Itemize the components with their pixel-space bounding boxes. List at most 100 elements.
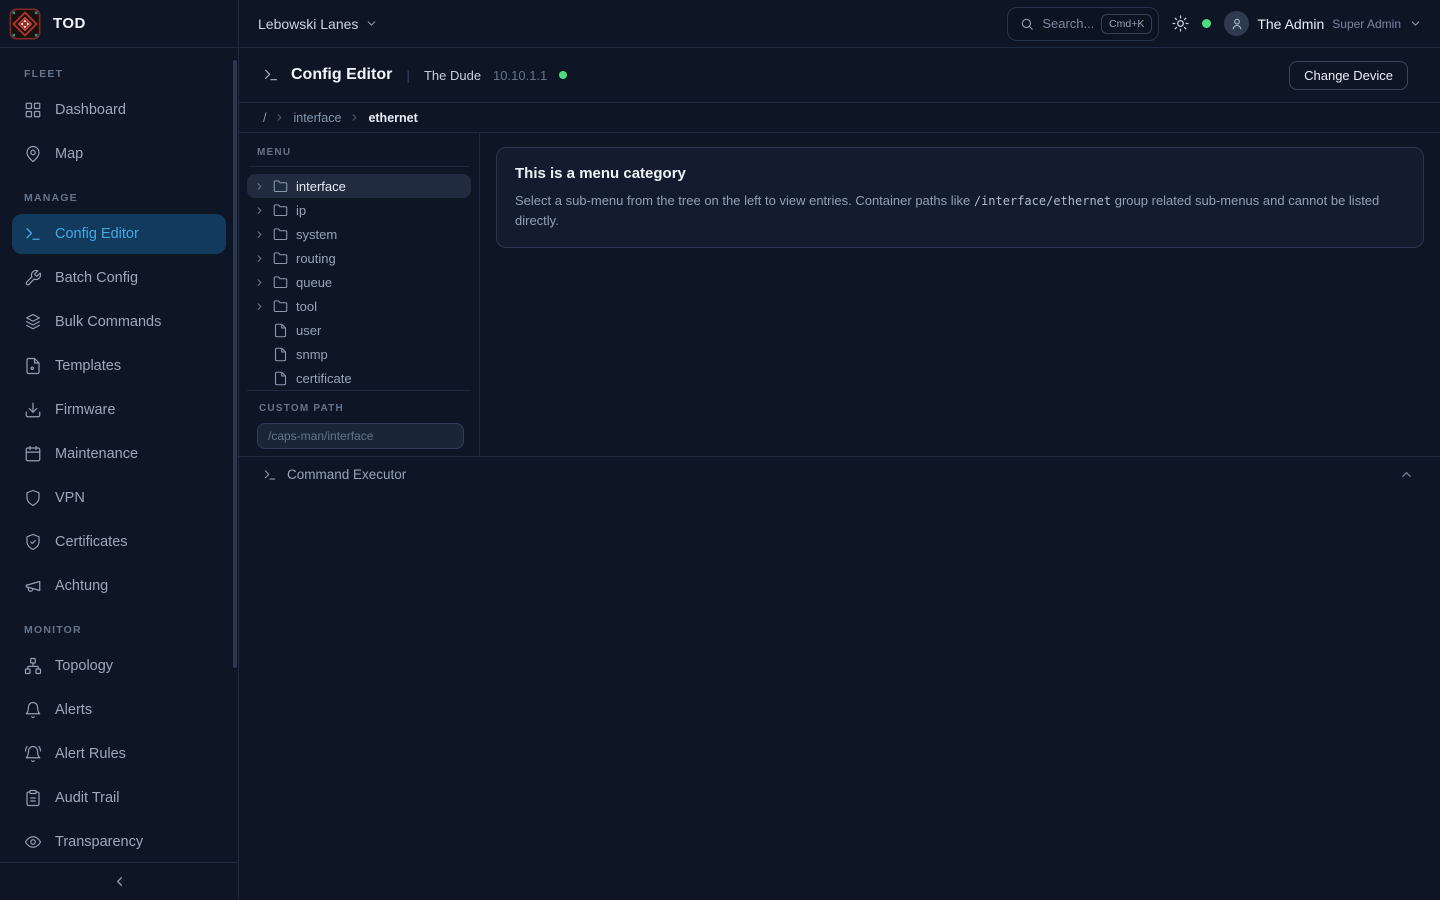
page-header: Config Editor | The Dude 10.10.1.1 Chang… bbox=[239, 48, 1440, 103]
sidebar-item-map[interactable]: Map bbox=[12, 134, 226, 174]
chevron-down-icon bbox=[365, 17, 378, 30]
chevron-right-icon[interactable] bbox=[254, 181, 265, 192]
shield-check-icon bbox=[24, 533, 42, 551]
tree-item-system[interactable]: system bbox=[247, 222, 471, 246]
megaphone-icon bbox=[24, 577, 42, 595]
search-icon bbox=[1020, 17, 1034, 31]
global-search[interactable]: Cmd+K bbox=[1007, 7, 1159, 41]
change-device-button[interactable]: Change Device bbox=[1289, 61, 1408, 90]
app-root: TOD Lebowski Lanes Cmd+K bbox=[0, 0, 1440, 900]
topbar: TOD Lebowski Lanes Cmd+K bbox=[0, 0, 1440, 48]
callout-description: Select a sub-menu from the tree on the l… bbox=[515, 191, 1405, 230]
custom-path-label: CUSTOM PATH bbox=[249, 397, 469, 422]
brand-area: TOD bbox=[0, 0, 239, 47]
sidebar-section-fleet: FLEET bbox=[24, 68, 214, 80]
sidebar-item-label: Bulk Commands bbox=[55, 314, 161, 330]
user-icon bbox=[1230, 17, 1244, 31]
sidebar-item-label: Templates bbox=[55, 358, 121, 374]
sidebar-item-dashboard[interactable]: Dashboard bbox=[12, 90, 226, 130]
sidebar-item-alerts[interactable]: Alerts bbox=[12, 690, 226, 730]
tree-item-certificate[interactable]: certificate bbox=[247, 366, 471, 390]
dashboard-icon bbox=[24, 101, 42, 119]
chevron-right-icon[interactable] bbox=[254, 229, 265, 240]
tree-item-tool[interactable]: tool bbox=[247, 294, 471, 318]
folder-icon bbox=[273, 251, 288, 266]
custom-path-input[interactable] bbox=[257, 423, 464, 449]
sidebar-item-label: Audit Trail bbox=[55, 790, 119, 806]
sidebar-item-label: Alerts bbox=[55, 702, 92, 718]
sidebar-collapse-button[interactable] bbox=[0, 862, 238, 900]
user-role: Super Admin bbox=[1332, 17, 1401, 31]
org-name: Lebowski Lanes bbox=[258, 16, 358, 32]
sidebar-item-maintenance[interactable]: Maintenance bbox=[12, 434, 226, 474]
sidebar-item-achtung[interactable]: Achtung bbox=[12, 566, 226, 606]
map-pin-icon bbox=[24, 145, 42, 163]
tree-item-label: interface bbox=[296, 179, 346, 194]
entries-area: This is a menu category Select a sub-men… bbox=[480, 133, 1440, 456]
tree-item-user[interactable]: user bbox=[247, 318, 471, 342]
sidebar-item-label: Alert Rules bbox=[55, 746, 126, 762]
folder-icon bbox=[273, 275, 288, 290]
sidebar-item-alert-rules[interactable]: Alert Rules bbox=[12, 734, 226, 774]
bell-icon bbox=[24, 701, 42, 719]
chevron-right-icon[interactable] bbox=[254, 205, 265, 216]
sidebar-item-config-editor[interactable]: Config Editor bbox=[12, 214, 226, 254]
sidebar-item-topology[interactable]: Topology bbox=[12, 646, 226, 686]
tree-item-label: ip bbox=[296, 203, 306, 218]
wrench-icon bbox=[24, 269, 42, 287]
sidebar-item-batch-config[interactable]: Batch Config bbox=[12, 258, 226, 298]
breadcrumb-item-interface[interactable]: interface bbox=[293, 111, 341, 125]
user-menu[interactable]: The Admin Super Admin bbox=[1224, 11, 1422, 36]
menu-panel-label: MENU bbox=[247, 141, 471, 166]
search-input[interactable] bbox=[1042, 16, 1093, 31]
breadcrumb-item-ethernet: ethernet bbox=[368, 111, 417, 125]
breadcrumb-root[interactable]: / bbox=[263, 111, 266, 125]
tree-item-ip[interactable]: ip bbox=[247, 198, 471, 222]
sidebar-item-bulk-commands[interactable]: Bulk Commands bbox=[12, 302, 226, 342]
chevron-left-icon bbox=[112, 874, 127, 889]
tree-item-label: certificate bbox=[296, 371, 352, 386]
tree-item-snmp[interactable]: snmp bbox=[247, 342, 471, 366]
chevron-up-icon bbox=[1399, 467, 1414, 482]
tree-item-interface[interactable]: interface bbox=[247, 174, 471, 198]
connection-status-dot bbox=[1202, 19, 1211, 28]
layers-icon bbox=[24, 313, 42, 331]
sidebar-item-vpn[interactable]: VPN bbox=[12, 478, 226, 518]
sidebar-item-templates[interactable]: Templates bbox=[12, 346, 226, 386]
file-icon bbox=[273, 323, 288, 338]
chevron-right-icon[interactable] bbox=[254, 277, 265, 288]
sidebar-item-audit-trail[interactable]: Audit Trail bbox=[12, 778, 226, 818]
shield-icon bbox=[24, 489, 42, 507]
file-icon bbox=[273, 371, 288, 386]
sidebar-item-firmware[interactable]: Firmware bbox=[12, 390, 226, 430]
user-name: The Admin bbox=[1257, 16, 1324, 32]
terminal-icon bbox=[24, 225, 42, 243]
chevron-right-icon bbox=[349, 112, 360, 123]
tree-item-routing[interactable]: routing bbox=[247, 246, 471, 270]
sidebar-scrollbar[interactable] bbox=[233, 60, 237, 668]
org-switcher[interactable]: Lebowski Lanes bbox=[258, 16, 378, 32]
callout-text: Select a sub-menu from the tree on the l… bbox=[515, 193, 974, 208]
sidebar: FLEET Dashboard Map MANAGE Config Editor… bbox=[0, 48, 239, 900]
tree-item-label: tool bbox=[296, 299, 317, 314]
breadcrumb: / interface ethernet bbox=[239, 103, 1440, 133]
chevron-right-icon[interactable] bbox=[254, 253, 265, 264]
callout-title: This is a menu category bbox=[515, 165, 1405, 182]
download-icon bbox=[24, 401, 42, 419]
tree-item-label: queue bbox=[296, 275, 332, 290]
sidebar-item-transparency[interactable]: Transparency bbox=[12, 822, 226, 862]
eye-icon bbox=[24, 833, 42, 851]
callout-code-path: /interface/ethernet bbox=[974, 194, 1111, 208]
sidebar-item-certificates[interactable]: Certificates bbox=[12, 522, 226, 562]
menu-tree: interface ip system bbox=[247, 167, 471, 390]
command-executor-bar[interactable]: Command Executor bbox=[239, 456, 1440, 492]
empty-space bbox=[239, 492, 1440, 900]
command-executor-expand-button[interactable] bbox=[1397, 465, 1416, 484]
sidebar-item-label: Achtung bbox=[55, 578, 108, 594]
tree-item-queue[interactable]: queue bbox=[247, 270, 471, 294]
calendar-icon bbox=[24, 445, 42, 463]
terminal-icon bbox=[263, 468, 277, 482]
sidebar-item-label: Firmware bbox=[55, 402, 115, 418]
theme-toggle-button[interactable] bbox=[1172, 15, 1189, 32]
chevron-right-icon[interactable] bbox=[254, 301, 265, 312]
